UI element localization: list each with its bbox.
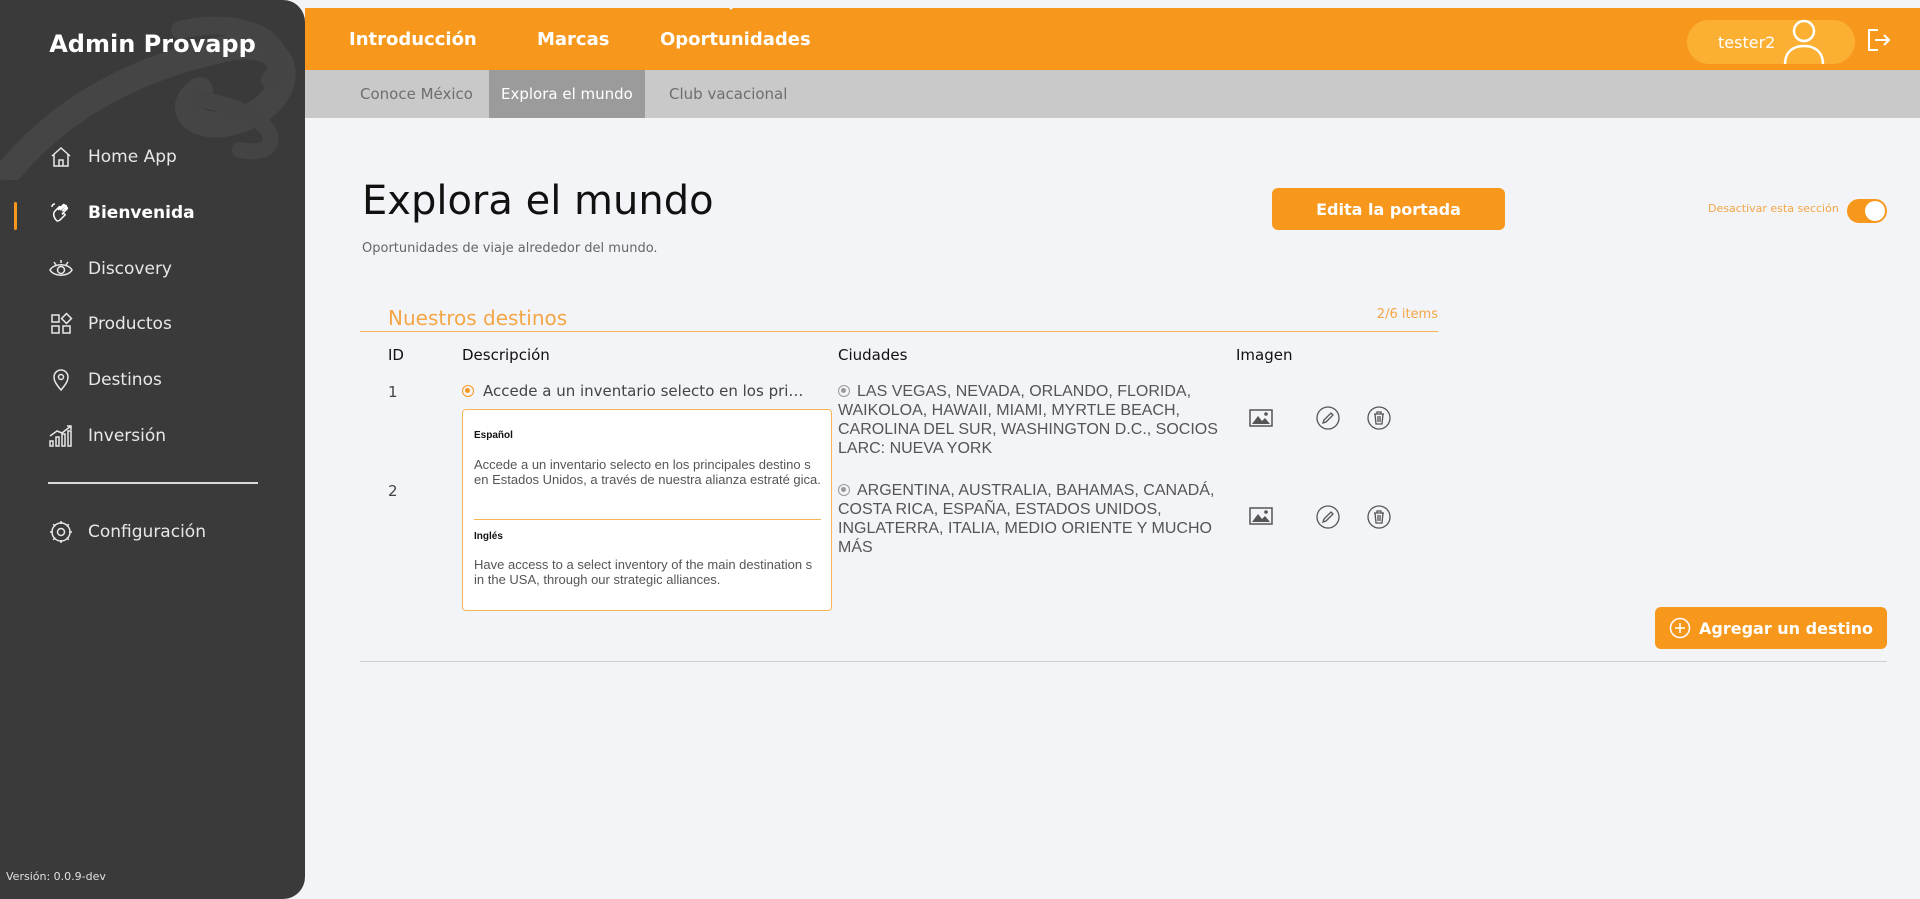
items-count: 2/6 items [1376,307,1438,322]
column-header-cities: Ciudades [838,346,908,364]
section-title: Nuestros destinos [388,306,568,330]
cities-text: LAS VEGAS, NEVADA, ORLANDO, FLORIDA, WAI… [838,383,1218,457]
sidebar-item-inversion[interactable]: Inversión [48,421,166,451]
username: tester2 [1718,32,1776,52]
chart-bars-icon [48,423,74,449]
tab-oportunidades[interactable]: Oportunidades [660,8,811,70]
sidebar-item-label: Inversión [88,426,167,446]
section-toggle-label: Desactivar esta sección [1708,202,1839,215]
bottom-divider [360,661,1887,662]
image-icon[interactable] [1248,405,1274,431]
section-divider [360,331,1438,332]
sidebar: Admin Provapp Home App Bienvenida Discov… [0,0,305,899]
sidebar-item-destinos[interactable]: Destinos [48,365,162,395]
plus-circle-icon [1669,617,1691,639]
subtab-club-vacacional[interactable]: Club vacacional [657,70,799,118]
row-id: 2 [388,482,398,500]
english-label: Inglés [474,531,503,542]
page-title: Explora el mundo [362,178,714,224]
sidebar-item-label: Bienvenida [88,203,195,223]
radio-selected-icon [462,385,474,397]
subtab-explora-el-mundo[interactable]: Explora el mundo [489,70,645,118]
description-popup: Español Accede a un inventario selecto e… [462,409,832,611]
cities-cell: LAS VEGAS, NEVADA, ORLANDO, FLORIDA, WAI… [838,382,1218,458]
toggle-knob [1865,201,1885,221]
sidebar-item-bienvenida[interactable]: Bienvenida [48,198,195,228]
popup-divider [474,519,821,520]
eye-icon [48,256,74,282]
sidebar-item-label: Discovery [88,259,172,279]
edit-icon[interactable] [1315,405,1341,431]
sidebar-item-label: Configuración [88,522,206,542]
tab-marcas[interactable]: Marcas [537,8,609,70]
user-menu[interactable]: tester2 [1687,19,1855,65]
sidebar-item-productos[interactable]: Productos [48,309,172,339]
grid-icon [48,311,74,337]
sidebar-item-label: Destinos [88,370,162,390]
description-selector[interactable]: Accede a un inventario selecto en los pr… [462,382,812,400]
delete-icon[interactable] [1366,405,1392,431]
row-id: 1 [388,383,398,401]
add-destination-label: Agregar un destino [1699,618,1873,638]
app-version: Versión: 0.0.9-dev [6,870,106,883]
subtab-conoce-mexico[interactable]: Conoce México [348,70,485,118]
active-nav-indicator [14,202,17,230]
sidebar-divider [48,482,258,484]
sidebar-item-configuracion[interactable]: Configuración [48,517,206,547]
home-icon [48,144,74,170]
english-text: Have access to a select inventory of the… [474,557,813,587]
user-avatar-icon [1783,19,1825,65]
radio-icon [838,385,850,397]
app-brand: Admin Provapp [49,30,256,58]
sidebar-item-label: Home App [88,147,177,167]
section-toggle[interactable] [1847,199,1887,223]
delete-icon[interactable] [1366,504,1392,530]
column-header-id: ID [388,346,404,364]
column-header-description: Descripción [462,346,550,364]
add-destination-button[interactable]: Agregar un destino [1655,607,1887,649]
location-pin-icon [48,367,74,393]
sidebar-item-discovery[interactable]: Discovery [48,254,172,284]
active-tab-caret-icon [721,0,741,10]
edit-cover-button[interactable]: Edita la portada [1272,188,1505,230]
waving-hand-icon [48,200,74,226]
spanish-text: Accede a un inventario selecto en los pr… [474,457,821,487]
description-text: Accede a un inventario selecto en los pr… [483,382,812,400]
spanish-label: Español [474,430,513,441]
page-subtitle: Oportunidades de viaje alrededor del mun… [362,241,658,256]
sidebar-item-label: Productos [88,314,172,334]
sidebar-item-home-app[interactable]: Home App [48,142,177,172]
logout-icon[interactable] [1864,26,1892,54]
top-navigation-bar: Introducción Marcas Oportunidades [305,8,1920,70]
column-header-image: Imagen [1236,346,1293,364]
tab-introduccion[interactable]: Introducción [349,8,477,70]
image-icon[interactable] [1248,503,1274,529]
subtab-bar: Conoce México Explora el mundo Club vaca… [305,70,1920,118]
cities-cell: ARGENTINA, AUSTRALIA, BAHAMAS, CANADÁ, C… [838,481,1218,557]
gear-icon [48,519,74,545]
edit-icon[interactable] [1315,504,1341,530]
cities-text: ARGENTINA, AUSTRALIA, BAHAMAS, CANADÁ, C… [838,482,1215,556]
radio-icon [838,484,850,496]
